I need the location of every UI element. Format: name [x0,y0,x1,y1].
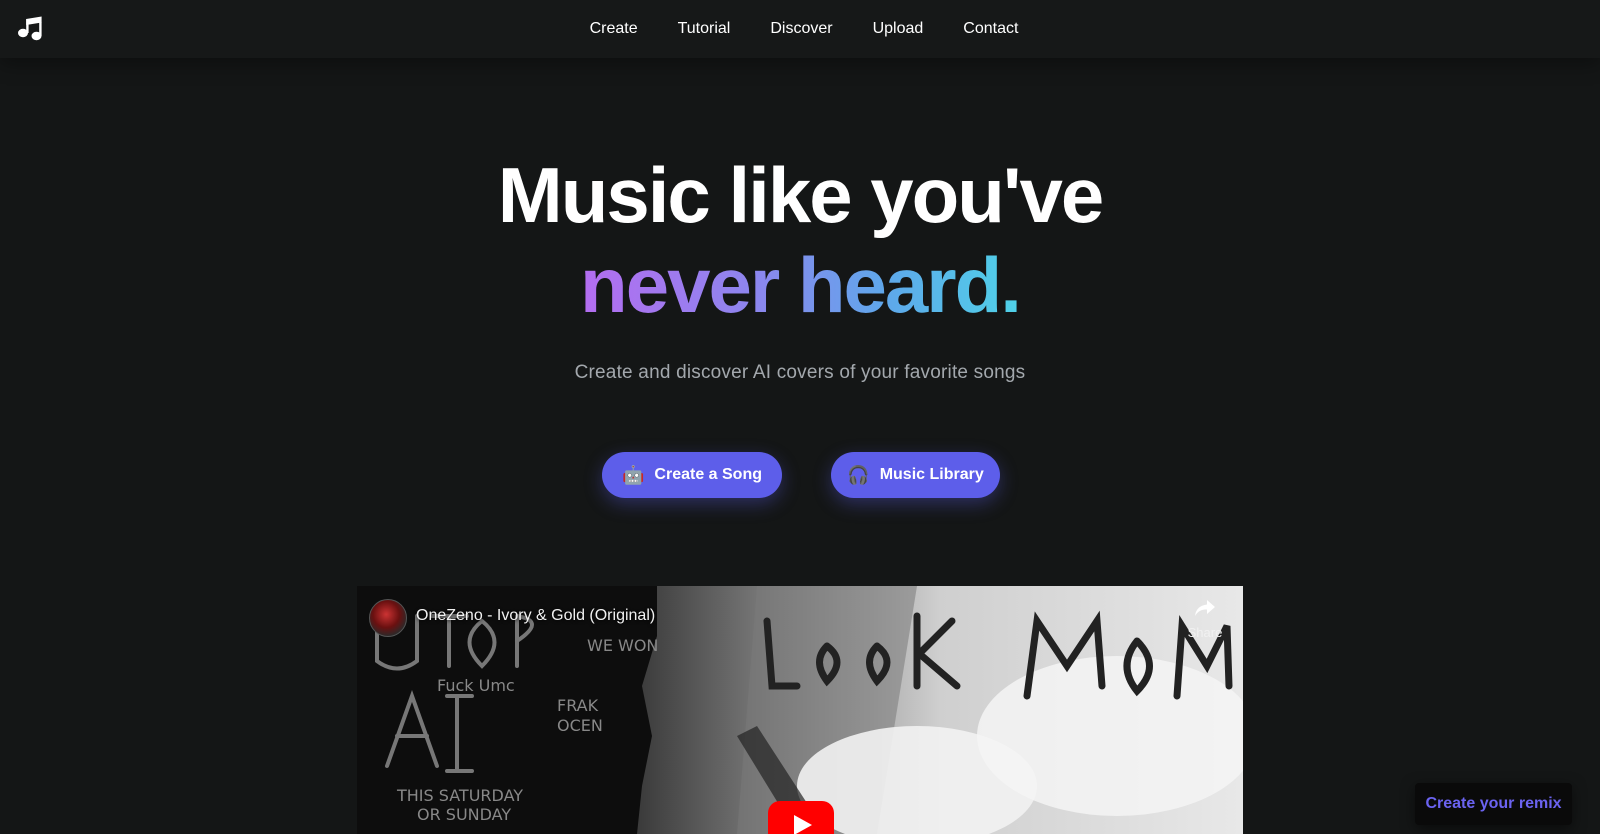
share-arrow-icon [1195,600,1215,616]
hero-headline-line1: Music like you've [497,151,1104,239]
nav-create[interactable]: Create [582,20,638,38]
page: Create Tutorial Discover Upload Contact … [0,0,1600,834]
svg-text:OR SUNDAY: OR SUNDAY [417,805,511,824]
nav-contact[interactable]: Contact [955,20,1018,38]
svg-text:OCEN: OCEN [557,716,603,735]
create-song-label: Create a Song [654,466,762,483]
svg-text:THIS SATURDAY: THIS SATURDAY [396,786,523,805]
headphones-icon: 🎧 [847,464,870,486]
create-remix-button[interactable]: Create your remix [1415,783,1572,825]
nav-discover[interactable]: Discover [762,20,832,38]
main-nav: Create Tutorial Discover Upload Contact [0,0,1600,58]
nav-upload[interactable]: Upload [865,20,924,38]
top-nav-bar: Create Tutorial Discover Upload Contact [0,0,1600,58]
hero-headline-line2: never heard. [580,241,1022,329]
video-player[interactable]: THIS SATURDAY OR SUNDAY FRAK OCEN WE WON… [357,586,1243,834]
hero-headline: Music like you've never heard. [0,150,1600,330]
video-title[interactable]: OneZeno - Ivory & Gold (Original) [416,607,655,625]
share-button[interactable]: Share [1180,598,1230,640]
svg-text:WE WON: WE WON [587,636,658,655]
channel-avatar[interactable] [369,599,407,637]
svg-text:Fuck Umc: Fuck Umc [437,676,515,695]
create-song-button[interactable]: 🤖 Create a Song [602,452,782,498]
music-library-label: Music Library [879,466,984,483]
share-label: Share [1187,625,1223,640]
hero-subtitle: Create and discover AI covers of your fa… [574,362,1026,383]
svg-text:FRAK: FRAK [557,696,599,715]
play-button[interactable] [768,801,834,834]
nav-tutorial[interactable]: Tutorial [670,20,731,38]
robot-icon: 🤖 [621,464,645,486]
music-library-button[interactable]: 🎧 Music Library [831,452,1000,498]
play-icon [794,815,812,834]
